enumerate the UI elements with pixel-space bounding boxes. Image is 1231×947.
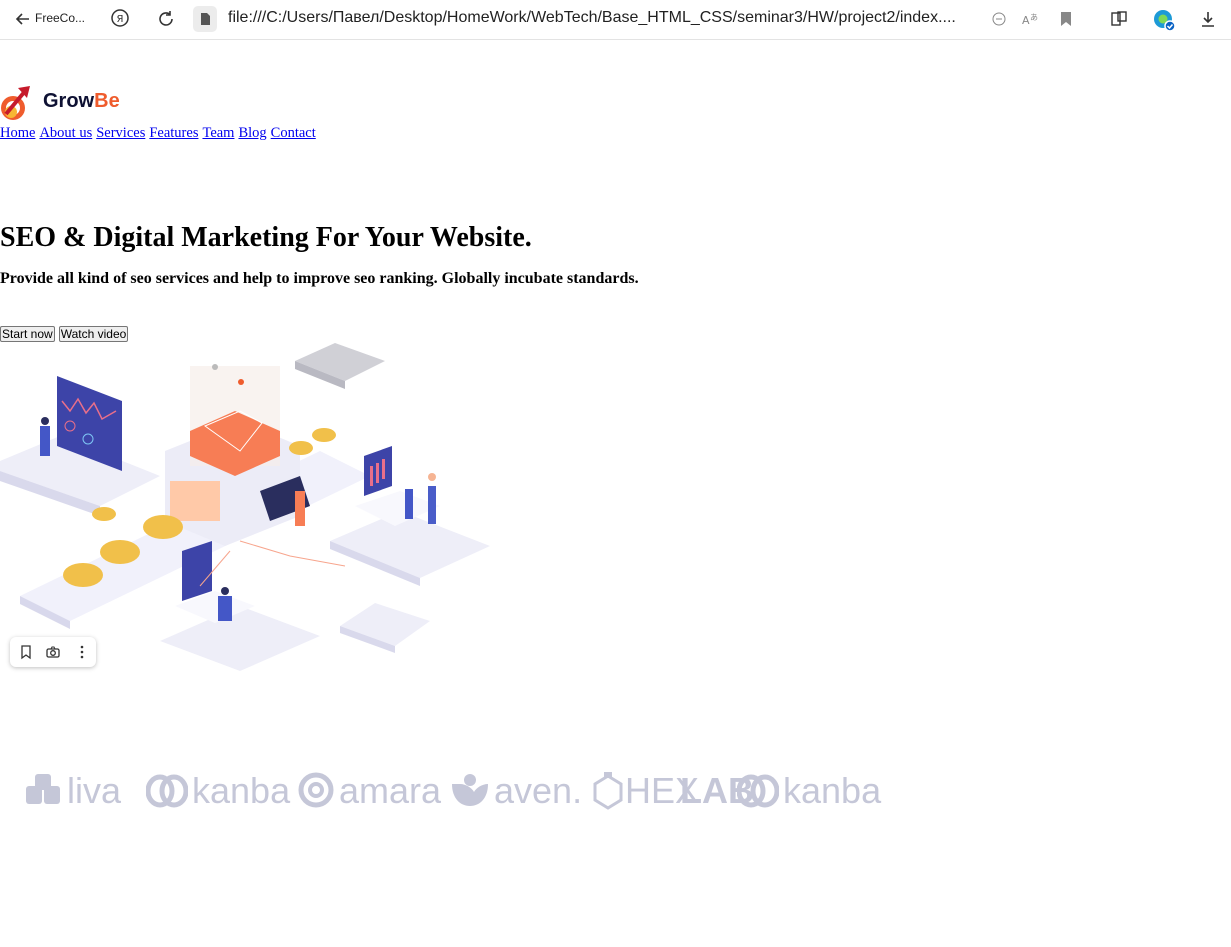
translate-icon[interactable]: Aあ xyxy=(1021,10,1039,28)
watch-video-button[interactable]: Watch video xyxy=(58,326,129,342)
svg-text:A: A xyxy=(1022,14,1030,27)
growth-arrow-icon xyxy=(1,86,30,120)
file-icon[interactable] xyxy=(193,6,217,32)
nav-link-blog[interactable]: Blog xyxy=(238,125,266,141)
hero-illustration xyxy=(0,343,490,671)
main-nav: Home About us Services Features Team Blog Cont… xyxy=(0,125,320,142)
nav-link-team[interactable]: Team xyxy=(202,125,234,141)
edge-profile-icon[interactable] xyxy=(1152,8,1176,32)
nav-link-services[interactable]: Services xyxy=(96,125,145,141)
bookmark-icon[interactable] xyxy=(18,644,34,660)
address-bar[interactable]: file:///C:/Users/Павел/Desktop/HomeWork/… xyxy=(228,9,956,27)
start-now-button[interactable]: Start now xyxy=(0,326,55,342)
back-arrow-icon[interactable] xyxy=(14,10,32,28)
reload-icon[interactable] xyxy=(156,9,176,29)
nav-link-about[interactable]: About us xyxy=(39,125,92,141)
logo-text: GrowBe xyxy=(43,90,120,112)
liva-leaf-icon xyxy=(26,774,60,804)
svg-text:あ: あ xyxy=(1030,13,1038,22)
brand-logos: liva kanba amara aven. HEX LAB kanba xyxy=(0,766,900,816)
nav-link-home[interactable]: Home xyxy=(0,125,35,141)
image-hover-toolbar xyxy=(10,637,96,667)
tab-label[interactable]: FreeCo... xyxy=(35,11,85,25)
bookmark-icon[interactable] xyxy=(1057,10,1075,28)
zoom-icon[interactable] xyxy=(990,10,1008,28)
nav-link-contact[interactable]: Contact xyxy=(271,125,316,141)
browser-toolbar: FreeCo... Я file:///C:/Users/Павел/Deskt… xyxy=(0,0,1231,40)
nav-link-features[interactable]: Features xyxy=(149,125,198,141)
kanba-knot-icon xyxy=(737,774,779,808)
more-options-icon[interactable] xyxy=(74,644,90,660)
camera-icon[interactable] xyxy=(45,644,61,660)
yandex-icon[interactable]: Я xyxy=(110,8,130,28)
svg-text:Я: Я xyxy=(117,14,124,25)
hero-subtitle: Provide all kind of seo services and hel… xyxy=(0,270,639,287)
collections-icon[interactable] xyxy=(1110,10,1128,28)
kanba-knot-icon xyxy=(146,774,188,808)
download-icon[interactable] xyxy=(1199,10,1217,28)
amara-at-icon xyxy=(298,772,334,808)
aven-tulip-icon xyxy=(452,774,488,806)
hexlab-flask-icon xyxy=(593,772,623,810)
hero-title: SEO & Digital Marketing For Your Website… xyxy=(0,222,532,253)
